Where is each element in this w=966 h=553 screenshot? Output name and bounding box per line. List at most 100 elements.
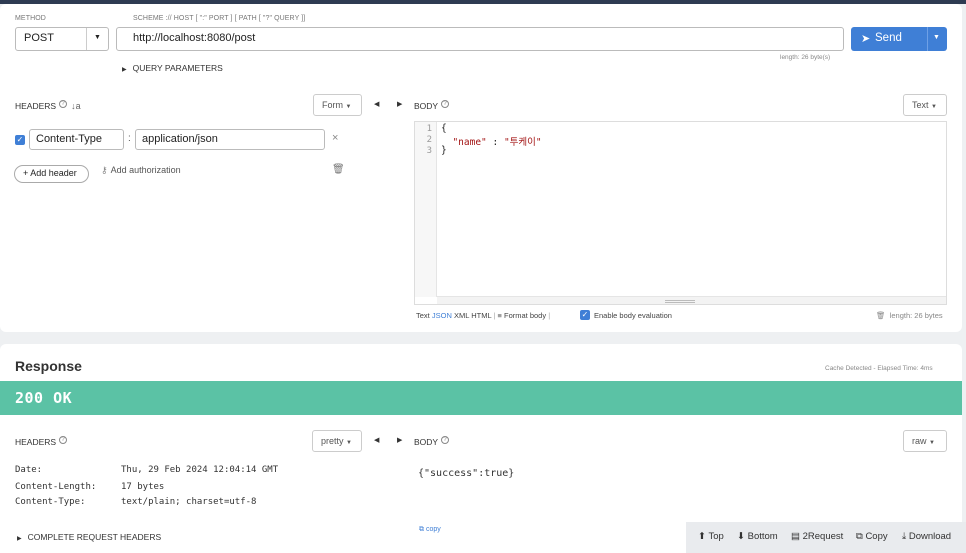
query-parameters-label: QUERY PARAMETERS bbox=[132, 63, 223, 73]
status-bar: 200 OK bbox=[0, 381, 962, 415]
caret-right-icon: ▶ bbox=[122, 67, 127, 73]
header-enabled-checkbox[interactable]: ✓ bbox=[15, 135, 25, 145]
add-header-button[interactable]: + Add header bbox=[14, 165, 89, 183]
body-length: length: 26 bytes bbox=[889, 311, 943, 320]
body-editor[interactable]: 1 2 3 { "name" : "투케이" } bbox=[414, 121, 947, 305]
body-type-select[interactable]: Text ▼ bbox=[903, 94, 947, 116]
sort-icon[interactable]: ↓a bbox=[71, 101, 81, 111]
trash-icon[interactable]: 🗑 bbox=[876, 311, 886, 320]
headers-mode-select[interactable]: Form ▼ bbox=[313, 94, 362, 116]
header-name-field[interactable]: Content-Type bbox=[29, 129, 124, 150]
format-json[interactable]: JSON bbox=[432, 311, 452, 320]
chevron-down-icon: ▼ bbox=[931, 104, 937, 110]
format-body-button[interactable]: Format body bbox=[504, 311, 546, 320]
body-title: BODY bbox=[414, 101, 439, 111]
format-text[interactable]: Text bbox=[416, 311, 430, 320]
send-button[interactable]: ➤ Send ▼ bbox=[851, 27, 947, 51]
response-body-mode-value: raw bbox=[912, 436, 927, 446]
send-label: Send bbox=[875, 32, 902, 44]
response-title: Response bbox=[15, 358, 82, 374]
format-html[interactable]: HTML bbox=[471, 311, 491, 320]
help-icon[interactable]: ? bbox=[59, 436, 68, 444]
line-number: 1 bbox=[426, 124, 432, 134]
response-body-title-wrap: BODY? bbox=[414, 436, 450, 447]
collapse-left-icon[interactable]: ◀ bbox=[374, 100, 379, 108]
query-parameters-toggle[interactable]: ▶ QUERY PARAMETERS bbox=[122, 63, 223, 73]
download-button[interactable]: ⤓ Download bbox=[902, 531, 951, 542]
headers-title: HEADERS bbox=[15, 101, 57, 111]
scroll-bottom-button[interactable]: ⬇ Bottom bbox=[737, 531, 778, 542]
method-select[interactable]: POST ▼ bbox=[15, 27, 109, 51]
caret-right-icon: ▶ bbox=[17, 536, 22, 542]
url-length: length: 26 byte(s) bbox=[780, 54, 831, 61]
json-key: "name" bbox=[452, 137, 487, 148]
response-headers-mode-select[interactable]: pretty ▼ bbox=[312, 430, 362, 452]
send-divider bbox=[927, 27, 928, 51]
body-format-bar: Text JSON XML HTML | ≡ Format body | bbox=[416, 311, 550, 320]
line-number: 2 bbox=[426, 135, 432, 145]
editor-gutter: 1 2 3 bbox=[415, 122, 437, 297]
collapse-right-icon[interactable]: ▶ bbox=[397, 436, 402, 444]
response-body-mode-select[interactable]: raw ▼ bbox=[903, 430, 947, 452]
body-length-info: 🗑 length: 26 bytes bbox=[876, 311, 943, 320]
response-headers-title-wrap: HEADERS? bbox=[15, 436, 68, 447]
status-text: 200 OK bbox=[15, 389, 73, 407]
scroll-top-button[interactable]: ⬆ Top bbox=[698, 531, 724, 542]
scroll-bottom-label: Bottom bbox=[747, 531, 778, 542]
send-options-icon[interactable]: ▼ bbox=[933, 34, 940, 41]
json-value: "투케이" bbox=[503, 137, 542, 148]
complete-headers-toggle[interactable]: ▶ COMPLETE REQUEST HEADERS bbox=[17, 532, 161, 542]
clipboard-icon: ▤ bbox=[791, 531, 800, 542]
json-colon: : bbox=[486, 137, 504, 148]
code-line-2: "name" : "투케이" bbox=[441, 134, 542, 148]
copy-button[interactable]: ⧉ Copy bbox=[856, 531, 888, 542]
code-line-3: } bbox=[441, 145, 447, 156]
arrow-up-circle-icon: ⬆ bbox=[698, 531, 706, 542]
to-request-label: 2Request bbox=[802, 531, 844, 542]
help-icon[interactable]: ? bbox=[59, 100, 68, 108]
response-headers-title: HEADERS bbox=[15, 437, 57, 447]
response-header-name: Content-Length: bbox=[15, 482, 97, 492]
separator: | bbox=[493, 311, 496, 320]
copy-icon: ⧉ bbox=[419, 526, 424, 533]
copy-label: Copy bbox=[865, 531, 888, 542]
copy-body-button[interactable]: ⧉ copy bbox=[419, 526, 441, 534]
url-input[interactable]: http://localhost:8080/post bbox=[116, 27, 844, 51]
complete-headers-label: COMPLETE REQUEST HEADERS bbox=[27, 532, 162, 542]
download-label: Download bbox=[908, 531, 952, 542]
method-label: METHOD bbox=[15, 15, 46, 22]
copy-body-label: copy bbox=[425, 526, 441, 533]
body-section-title: BODY? bbox=[414, 100, 450, 111]
cache-info: Cache Detected - Elapsed Time: 4ms bbox=[825, 365, 933, 372]
enable-evaluation-checkbox[interactable]: ✓ bbox=[580, 310, 590, 320]
arrow-down-circle-icon: ⬇ bbox=[737, 531, 745, 542]
collapse-left-icon[interactable]: ◀ bbox=[374, 436, 379, 444]
url-format-label: SCHEME :// HOST [ ":" PORT ] [ PATH [ "?… bbox=[133, 15, 306, 22]
request-panel: METHOD SCHEME :// HOST [ ":" PORT ] [ PA… bbox=[0, 4, 962, 332]
add-authorization-button[interactable]: ⚷ Add authorization bbox=[101, 165, 181, 176]
to-request-button[interactable]: ▤ 2Request bbox=[791, 531, 843, 542]
header-colon: : bbox=[128, 133, 131, 144]
response-body-title: BODY bbox=[414, 437, 439, 447]
response-header-value: text/plain; charset=utf-8 bbox=[121, 497, 257, 507]
format-body-icon: ≡ bbox=[497, 311, 502, 320]
help-icon[interactable]: ? bbox=[441, 100, 450, 108]
response-header-value: 17 bytes bbox=[121, 482, 165, 492]
response-header-name: Date: bbox=[15, 465, 43, 475]
response-body-content: {"success":true} bbox=[418, 468, 515, 479]
send-icon: ➤ bbox=[861, 33, 871, 45]
collapse-right-icon[interactable]: ▶ bbox=[397, 100, 402, 108]
trash-icon[interactable]: 🗑 bbox=[332, 164, 345, 175]
editor-resize-handle[interactable] bbox=[437, 296, 946, 304]
header-value-field[interactable]: application/json bbox=[135, 129, 325, 150]
copy-icon: ⧉ bbox=[856, 531, 863, 542]
separator: | bbox=[548, 311, 551, 320]
format-xml[interactable]: XML bbox=[454, 311, 469, 320]
code-line-1: { bbox=[441, 123, 447, 134]
remove-header-icon[interactable]: × bbox=[332, 132, 338, 144]
enable-evaluation-label: Enable body evaluation bbox=[594, 311, 672, 320]
response-header-name: Content-Type: bbox=[15, 497, 86, 507]
headers-mode-value: Form bbox=[322, 100, 343, 110]
help-icon[interactable]: ? bbox=[441, 436, 450, 444]
download-icon: ⤓ bbox=[902, 531, 907, 542]
